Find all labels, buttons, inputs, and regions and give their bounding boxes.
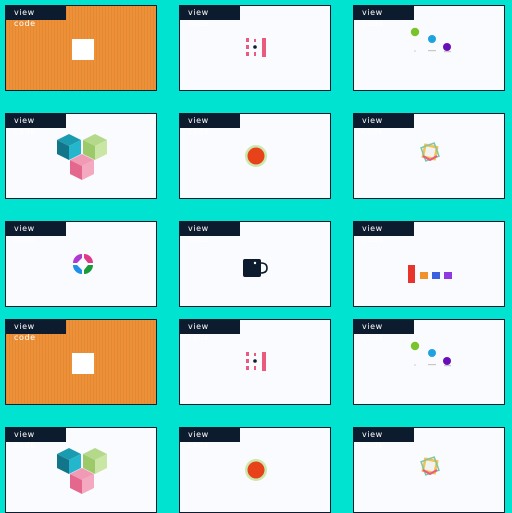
- view-code-button[interactable]: view code: [354, 222, 414, 244]
- demo-card: view code: [5, 319, 157, 405]
- demo-card: view code: [353, 427, 505, 513]
- demo-card: view code: [179, 427, 331, 513]
- demo-card: view code: [5, 221, 157, 307]
- demo-card: view code: [179, 113, 331, 199]
- demo-card: view code: [5, 5, 157, 91]
- view-code-button[interactable]: view code: [180, 222, 240, 244]
- view-code-button[interactable]: view code: [354, 320, 414, 342]
- view-code-button[interactable]: view code: [180, 6, 240, 28]
- view-code-button[interactable]: view code: [180, 428, 240, 450]
- view-code-button[interactable]: view code: [354, 114, 414, 136]
- demo-card: view code: [5, 113, 157, 199]
- demo-card: view code: [353, 221, 505, 307]
- view-code-button[interactable]: view code: [6, 320, 66, 342]
- view-code-button[interactable]: view code: [180, 114, 240, 136]
- demo-card: view code: [353, 319, 505, 405]
- demo-card: view code: [179, 319, 331, 405]
- view-code-button[interactable]: view code: [6, 222, 66, 244]
- view-code-button[interactable]: view code: [6, 6, 66, 28]
- view-code-button[interactable]: view code: [6, 114, 66, 136]
- demo-card: view code: [353, 113, 505, 199]
- view-code-button[interactable]: view code: [354, 428, 414, 450]
- demo-card: view code: [179, 5, 331, 91]
- demo-card: view code: [353, 5, 505, 91]
- view-code-button[interactable]: view code: [354, 6, 414, 28]
- view-code-button[interactable]: view code: [6, 428, 66, 450]
- view-code-button[interactable]: view code: [180, 320, 240, 342]
- demo-card: view code: [179, 221, 331, 307]
- demo-card: view code: [5, 427, 157, 513]
